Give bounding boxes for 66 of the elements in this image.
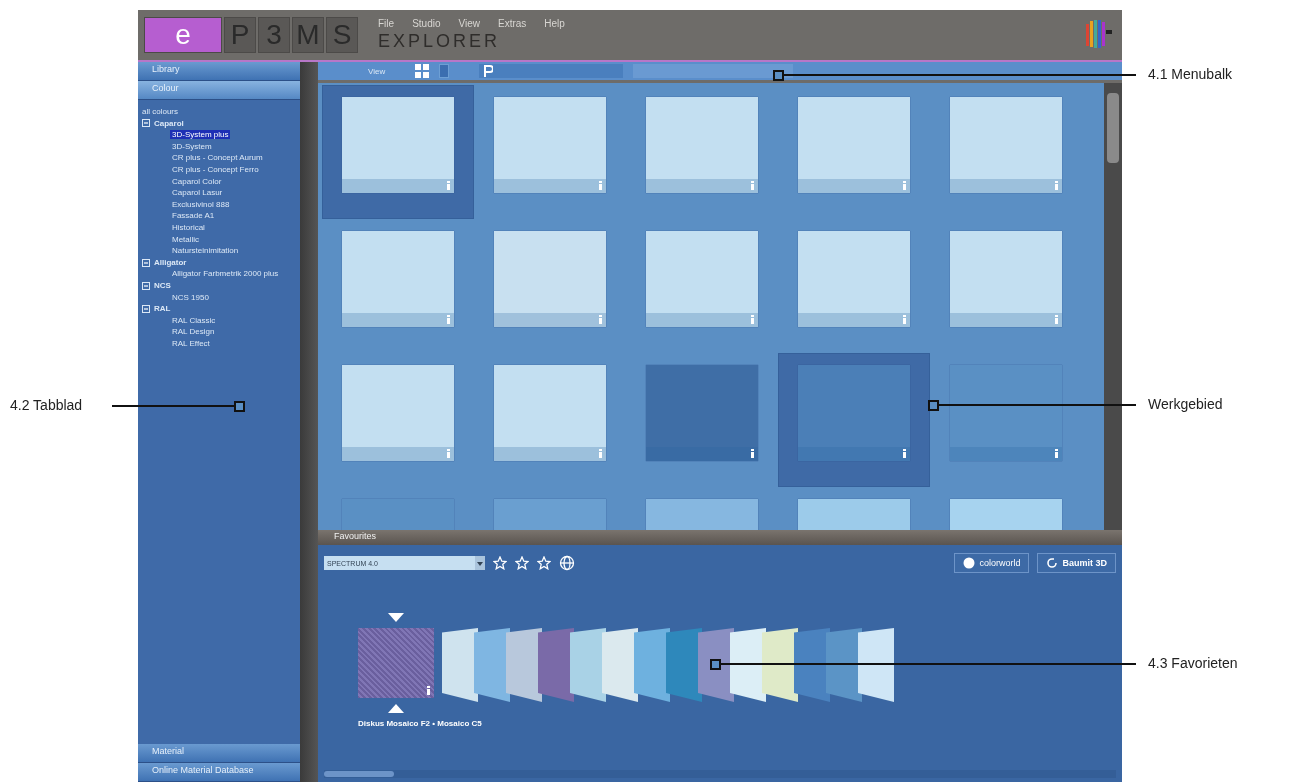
info-icon[interactable] (427, 686, 430, 695)
tree-item[interactable]: Caparol Lasur (170, 188, 225, 198)
up-arrow-icon[interactable] (388, 704, 404, 713)
logo-letter: e (144, 17, 222, 53)
sidebar-tab[interactable]: Colour (138, 81, 300, 100)
tree-item[interactable]: RAL Effect (170, 338, 212, 348)
star-icon[interactable] (515, 556, 529, 570)
tree-item[interactable]: Historical (170, 222, 207, 232)
tree-item[interactable]: 3D-System (170, 141, 214, 151)
callout-label: 4.2 Tabblad (10, 397, 83, 413)
tree-item[interactable]: Exclusivinol 888 (170, 199, 232, 209)
texture-swatch[interactable] (358, 628, 434, 698)
tree-item[interactable]: Caparol (154, 117, 184, 130)
refresh-icon (1046, 557, 1059, 569)
tree-item[interactable]: Metallic (170, 234, 202, 244)
colour-tile[interactable] (778, 353, 930, 487)
tree-item[interactable]: all colours (142, 106, 300, 118)
scrollbar[interactable] (1104, 83, 1122, 530)
tree-item[interactable]: NCS (154, 279, 171, 292)
info-icon[interactable] (1055, 449, 1058, 458)
tree-item[interactable]: Natursteinimitation (170, 246, 241, 256)
callout-label: Werkgebied (1148, 396, 1223, 412)
collapse-icon[interactable] (142, 119, 150, 128)
info-icon[interactable] (903, 449, 906, 458)
colour-tile[interactable] (322, 85, 474, 219)
sidebar-tab[interactable]: Online Material Database (138, 763, 300, 782)
info-icon[interactable] (751, 449, 754, 458)
sidebar-tab[interactable]: Library (138, 62, 300, 81)
tree-item[interactable]: RAL Design (170, 327, 217, 337)
tree-item[interactable]: Alligator Farbmetrik 2000 plus (170, 269, 281, 279)
tree-item[interactable]: Alligator (154, 256, 187, 269)
search-field[interactable] (479, 64, 624, 78)
filter-field[interactable] (633, 64, 794, 78)
menu-item[interactable]: File (378, 18, 395, 29)
view-label: View (368, 66, 386, 76)
search-icon (483, 65, 494, 77)
app-title: EXPLORER (378, 31, 502, 52)
star-icon[interactable] (537, 556, 551, 570)
grid-view-icon[interactable] (415, 64, 430, 78)
tree-item[interactable]: 3D-System plus (170, 130, 231, 140)
callout-label: 4.1 Menubalk (1148, 66, 1233, 82)
tree-item[interactable]: RAL (154, 303, 171, 315)
tree-item[interactable]: RAL Classic (170, 315, 218, 325)
colour-swatch[interactable] (858, 628, 894, 702)
callout-label: 4.3 Favorieten (1148, 655, 1238, 671)
sidebar-tab[interactable]: Material (138, 744, 300, 763)
tree-item[interactable]: Caparol Color (170, 176, 224, 186)
tree-item[interactable]: CR plus - Concept Aurum (170, 153, 265, 163)
menu-item[interactable]: View (458, 18, 480, 29)
down-arrow-icon[interactable] (388, 613, 404, 622)
colorworld-button[interactable]: colorworld (954, 553, 1030, 573)
collapse-icon[interactable] (142, 281, 150, 290)
collapse-icon[interactable] (142, 304, 150, 313)
tree-item[interactable]: Fassade A1 (170, 211, 217, 221)
swatch-caption: Diskus Mosaico F2 • Mosaico C5 (358, 719, 482, 728)
favourites-title: Favourites (318, 530, 1122, 545)
viewer-button[interactable]: Baumit 3D (1037, 553, 1116, 573)
collapse-icon[interactable] (142, 258, 150, 267)
tree-item[interactable]: NCS 1950 (170, 292, 211, 302)
scrollbar[interactable] (324, 770, 1116, 778)
menu-item[interactable]: Help (544, 18, 565, 29)
star-icon[interactable] (493, 556, 507, 570)
tree-item[interactable]: CR plus - Concept Ferro (170, 164, 261, 174)
menu-item[interactable]: Studio (412, 18, 441, 29)
page-view-icon[interactable] (439, 64, 450, 78)
menu-item[interactable]: Extras (498, 18, 527, 29)
